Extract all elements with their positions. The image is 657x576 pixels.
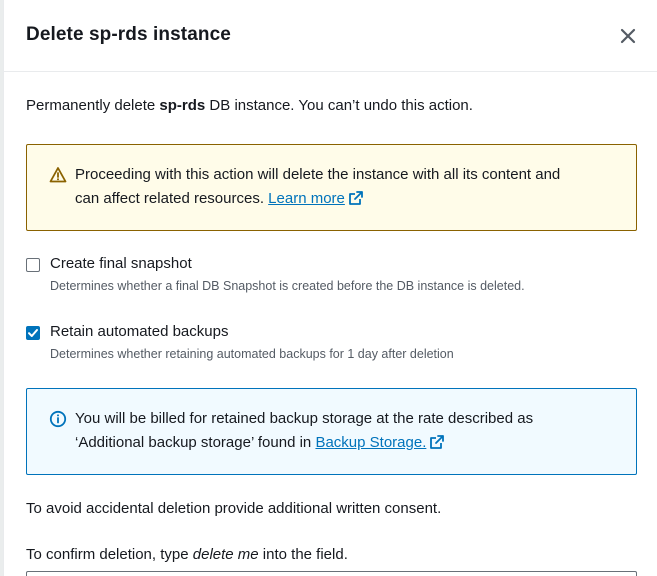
create-final-snapshot-label[interactable]: Create final snapshot <box>50 255 192 272</box>
warning-icon <box>49 167 67 183</box>
backup-storage-link[interactable]: Backup Storage. <box>315 434 426 451</box>
modal-header: Delete sp-rds instance <box>4 0 657 72</box>
create-final-snapshot-description: Determines whether a final DB Snapshot i… <box>50 279 525 293</box>
warning-text: Proceeding with this action will delete … <box>75 166 561 207</box>
confirm-phrase: delete me <box>192 546 259 563</box>
external-link-icon[interactable] <box>429 434 445 450</box>
consent-text: To avoid accidental deletion provide add… <box>26 500 442 517</box>
confirm-instruction: To confirm deletion, type delete me into… <box>26 546 348 563</box>
billing-info-text: You will be billed for retained backup s… <box>75 410 534 451</box>
billing-info-alert: You will be billed for retained backup s… <box>26 388 637 475</box>
checkmark-icon <box>28 329 38 337</box>
create-final-snapshot-checkbox[interactable] <box>26 258 40 272</box>
retain-automated-backups-label[interactable]: Retain automated backups <box>50 323 228 340</box>
close-button[interactable] <box>616 24 640 48</box>
modal-title: Delete sp-rds instance <box>26 24 231 45</box>
close-icon <box>620 28 636 44</box>
external-link-icon[interactable] <box>348 190 364 206</box>
retain-automated-backups-description: Determines whether retaining automated b… <box>50 347 454 361</box>
delete-instance-modal: Delete sp-rds instance Permanently delet… <box>3 0 657 576</box>
confirm-deletion-input[interactable] <box>26 571 637 576</box>
intro-text: Permanently delete sp-rds DB instance. Y… <box>26 97 473 114</box>
learn-more-link[interactable]: Learn more <box>268 190 345 207</box>
retain-automated-backups-checkbox[interactable] <box>26 326 40 340</box>
warning-alert: Proceeding with this action will delete … <box>26 144 637 231</box>
instance-name: sp-rds <box>159 97 206 114</box>
info-icon <box>49 410 67 428</box>
